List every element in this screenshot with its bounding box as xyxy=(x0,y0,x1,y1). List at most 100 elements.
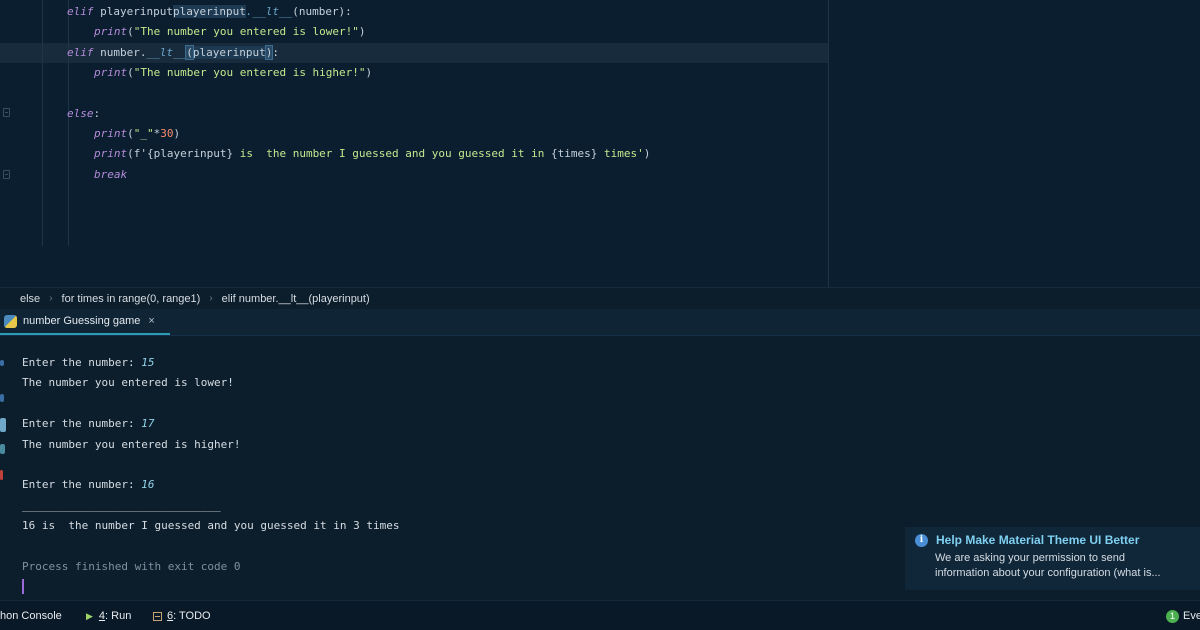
run-tool-window-header: number Guessing game × xyxy=(0,309,1200,336)
code-line[interactable]: print(f'{playerinput} is the number I gu… xyxy=(94,144,650,164)
console-text: Enter the number: xyxy=(22,356,142,369)
code-token: playerinput xyxy=(192,46,266,59)
code-token: elif xyxy=(67,46,101,59)
code-token: : xyxy=(272,46,279,59)
code-line[interactable]: print("The number you entered is higher!… xyxy=(94,63,372,83)
code-token: ) xyxy=(643,147,651,160)
code-token: playerinput xyxy=(100,5,173,18)
console-text: The number you entered is higher! xyxy=(22,437,241,451)
event-count-badge: 1 xyxy=(1166,609,1179,623)
notification-body-link[interactable]: information about your configuration (wh… xyxy=(935,566,1190,581)
console-text: 16 is the number I guessed and you guess… xyxy=(22,519,400,533)
code-line[interactable]: else: xyxy=(67,104,100,124)
console-text: Enter the number: xyxy=(22,478,142,492)
fold-icon[interactable] xyxy=(3,108,10,117)
code-token: __lt__ xyxy=(146,46,187,59)
console-output-line: The number you entered is lower! xyxy=(22,373,234,393)
run-icon: ▶ xyxy=(86,611,93,621)
console-text: Enter the number: xyxy=(22,417,142,431)
breadcrumb-separator: › xyxy=(49,293,53,304)
code-token: print xyxy=(94,66,128,79)
code-line[interactable]: break xyxy=(94,165,127,185)
breadcrumb-item-for-loop[interactable]: for times in range(0, range1) xyxy=(58,293,205,305)
code-token: times' xyxy=(597,147,644,160)
console-user-input: 16 xyxy=(141,478,155,492)
code-token: elif xyxy=(67,5,101,18)
close-icon[interactable]: × xyxy=(148,315,154,327)
code-token: print xyxy=(94,25,128,38)
breadcrumb-item-else[interactable]: else xyxy=(16,293,44,305)
tool-window-bar: hon Console ▶ 4 : Run 6 : TODO 1 Eve xyxy=(0,600,1200,630)
rerun-icon[interactable] xyxy=(0,360,4,366)
code-token: is the number I guessed and you guessed … xyxy=(233,147,551,160)
code-token: playerinput xyxy=(172,5,246,18)
code-token: ( xyxy=(127,25,134,38)
code-token: {playerinput} xyxy=(147,147,234,160)
ide-window: elif playerinputplayerinput.__lt__(numbe… xyxy=(0,0,1200,630)
notification-popup[interactable]: i Help Make Material Theme UI Better We … xyxy=(905,527,1200,590)
breadcrumb-separator: › xyxy=(209,293,213,304)
console-output-line: Enter the number: 15 xyxy=(22,353,154,373)
pin-icon[interactable] xyxy=(0,444,5,454)
console-user-input: 17 xyxy=(141,417,155,431)
console-output-line: Process finished with exit code 0 xyxy=(22,557,241,577)
run-label: : Run xyxy=(105,610,132,622)
code-token: ( xyxy=(185,45,194,60)
right-margin-guide xyxy=(828,0,829,287)
code-token: {times} xyxy=(550,147,598,160)
breadcrumb: else › for times in range(0, range1) › e… xyxy=(0,287,1200,309)
code-token: break xyxy=(94,168,128,181)
code-token: (number): xyxy=(292,5,352,18)
notification-body-line: We are asking your permission to send xyxy=(935,552,1125,564)
stop-icon[interactable] xyxy=(0,394,4,402)
notification-title: Help Make Material Theme UI Better xyxy=(936,533,1140,547)
code-token: print xyxy=(94,147,128,160)
code-token: number. xyxy=(100,46,147,59)
code-token: (f' xyxy=(127,147,147,160)
fold-icon[interactable] xyxy=(3,170,10,179)
console-output-line: Enter the number: 17 xyxy=(22,414,154,434)
code-token: ) xyxy=(358,25,366,38)
python-icon xyxy=(4,314,17,328)
tab-label: number Guessing game xyxy=(23,315,141,327)
code-token: : xyxy=(93,107,101,120)
code-token: print xyxy=(94,127,128,140)
notification-body: We are asking your permission to send in… xyxy=(935,551,1190,581)
breadcrumb-item-elif[interactable]: elif number.__lt__(playerinput) xyxy=(218,293,374,305)
input-caret xyxy=(22,579,24,594)
pause-icon[interactable] xyxy=(0,418,6,432)
console-text: ______________________________ xyxy=(22,498,221,512)
indent-guide xyxy=(42,0,43,246)
code-token: .__lt__ xyxy=(245,5,293,18)
console-output-line: ______________________________ xyxy=(22,496,221,516)
code-token: "The number you entered is higher!" xyxy=(133,66,366,79)
code-token: else xyxy=(67,107,94,120)
event-log-button[interactable]: 1 Eve xyxy=(1166,601,1200,630)
python-console-label: hon Console xyxy=(0,610,62,622)
info-icon: i xyxy=(915,533,928,547)
python-console-button[interactable]: hon Console xyxy=(0,601,62,630)
code-line[interactable]: print("The number you entered is lower!"… xyxy=(94,22,366,42)
tab-run-configuration[interactable]: number Guessing game × xyxy=(0,309,170,335)
console-text: Process finished with exit code 0 xyxy=(22,560,241,573)
event-log-label: Eve xyxy=(1183,610,1200,622)
code-token: 30 xyxy=(160,127,174,140)
close-console-icon[interactable] xyxy=(0,470,3,480)
code-line[interactable]: elif playerinputplayerinput.__lt__(numbe… xyxy=(67,2,352,22)
code-token: ( xyxy=(127,66,134,79)
code-token: ( xyxy=(127,127,134,140)
console-output-line: The number you entered is higher! xyxy=(22,435,241,455)
run-button[interactable]: ▶ 4 : Run xyxy=(86,601,131,630)
console-user-input: 15 xyxy=(141,356,155,369)
code-token: "_" xyxy=(133,127,154,140)
code-token: ) xyxy=(173,127,181,140)
code-line[interactable]: elif number.__lt__(playerinput): xyxy=(67,43,279,63)
todo-label: : TODO xyxy=(173,610,211,622)
code-editor[interactable]: elif playerinputplayerinput.__lt__(numbe… xyxy=(0,0,1200,287)
console-output-line: Enter the number: 16 xyxy=(22,475,154,495)
todo-button[interactable]: 6 : TODO xyxy=(153,601,211,630)
code-line[interactable]: print("_"*30) xyxy=(94,124,180,144)
code-token: "The number you entered is lower!" xyxy=(133,25,359,38)
console-output-line: 16 is the number I guessed and you guess… xyxy=(22,516,400,536)
todo-icon xyxy=(153,611,162,621)
